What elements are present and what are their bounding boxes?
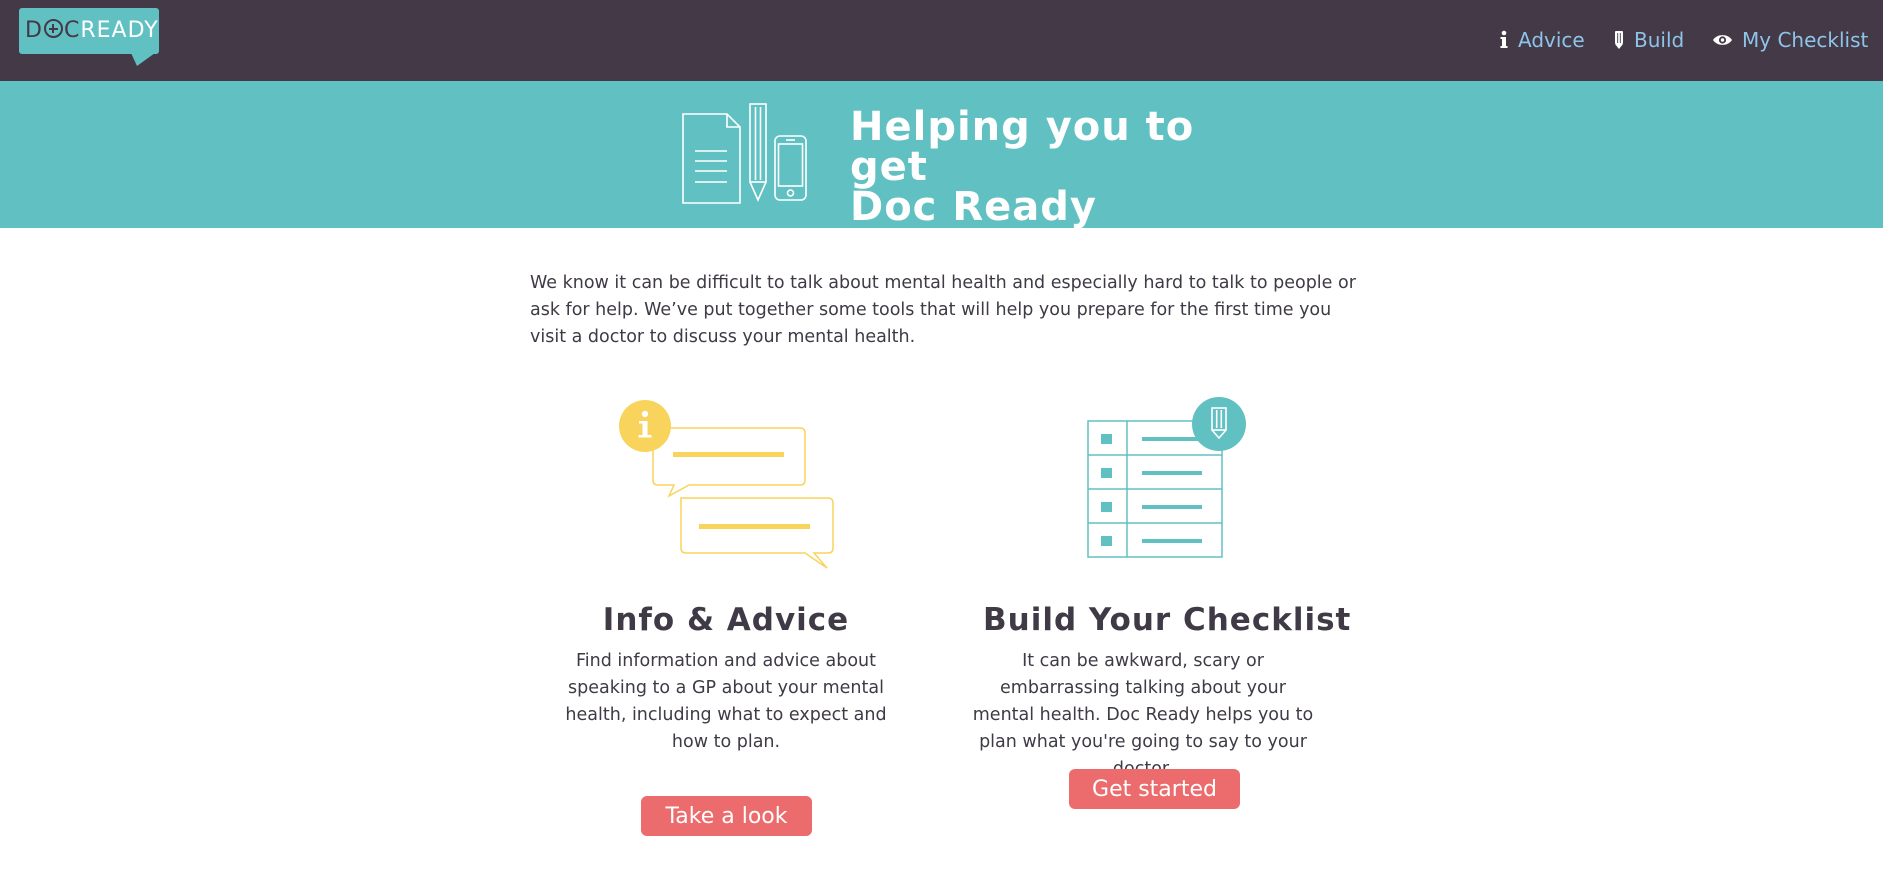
logo-badge: D CREADY	[19, 8, 159, 54]
nav-my-checklist[interactable]: My Checklist	[1712, 26, 1868, 54]
pencil-icon	[1613, 30, 1625, 50]
logo-plus-icon	[43, 19, 63, 38]
hero-title-line1: Helping you to get	[850, 104, 1195, 190]
info-advice-title: Info & Advice	[602, 602, 850, 638]
build-checklist-description: It can be awkward, scary or embarrassing…	[972, 651, 1314, 779]
hero-illustration	[680, 102, 830, 206]
hero-banner: Helping you to get Doc Ready	[0, 81, 1883, 228]
take-a-look-button[interactable]: Take a look	[641, 796, 812, 836]
intro-text: We know it can be difficult to talk abou…	[530, 273, 1356, 347]
nav-build[interactable]: Build	[1613, 26, 1684, 54]
logo-wordmark: D CREADY	[25, 18, 159, 43]
info-advice-description: Find information and advice about speaki…	[565, 651, 887, 752]
nav-advice[interactable]: Advice	[1499, 26, 1585, 54]
nav-advice-label: Advice	[1518, 28, 1585, 52]
eye-icon	[1712, 33, 1733, 47]
navbar: D CREADY Advice Build My Checklist	[0, 0, 1883, 81]
docready-logo[interactable]: D CREADY	[19, 8, 159, 66]
nav-my-checklist-label: My Checklist	[1742, 28, 1869, 52]
build-checklist-title: Build Your Checklist	[983, 602, 1352, 638]
checklist-pencil-icon	[1085, 396, 1249, 564]
logo-speech-tail	[131, 53, 155, 66]
info-icon	[1499, 30, 1509, 50]
get-started-button[interactable]: Get started	[1069, 769, 1240, 809]
hero-title: Helping you to get Doc Ready	[850, 107, 1270, 227]
speech-bubbles-info-icon	[617, 398, 837, 574]
nav-build-label: Build	[1634, 28, 1685, 52]
document-pencil-phone-icon	[682, 103, 807, 204]
hero-title-line2: Doc Ready	[850, 184, 1097, 230]
